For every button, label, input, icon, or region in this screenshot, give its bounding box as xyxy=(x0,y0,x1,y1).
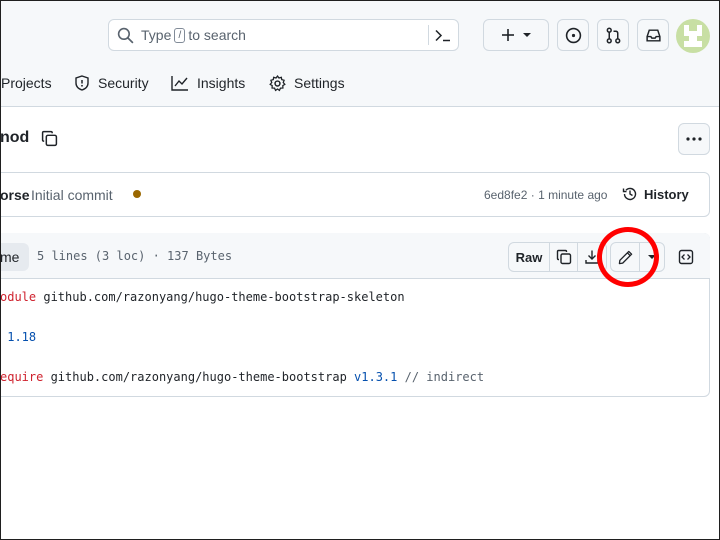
more-options-button[interactable] xyxy=(678,123,710,155)
repo-header: Type / to search Projects Security Insig… xyxy=(0,0,720,107)
commit-meta: 6ed8fe2 · 1 minute ago xyxy=(484,188,607,202)
code-line: equire github.com/razonyang/hugo-theme-b… xyxy=(0,370,484,384)
commit-time: 1 minute ago xyxy=(538,188,608,202)
symbols-panel-button[interactable] xyxy=(672,242,700,272)
shield-icon xyxy=(75,75,89,91)
git-pull-request-icon xyxy=(606,27,620,43)
download-button[interactable] xyxy=(578,243,606,271)
code-line: odule github.com/razonyang/hugo-theme-bo… xyxy=(0,290,405,304)
caret-down-icon xyxy=(523,33,531,37)
issue-opened-icon xyxy=(565,27,581,43)
commit-message[interactable]: Initial commit xyxy=(31,187,113,203)
identicon-icon xyxy=(684,25,702,47)
search-suffix: to search xyxy=(188,27,246,43)
plus-icon xyxy=(502,29,514,41)
gear-icon xyxy=(269,74,286,91)
tab-security-label: Security xyxy=(98,75,149,91)
graph-icon xyxy=(171,76,188,91)
slash-key-hint: / xyxy=(174,27,186,43)
code-version: v1.3.1 xyxy=(354,370,398,384)
tab-insights[interactable]: Insights xyxy=(171,72,245,94)
file-info: 5 lines (3 loc) · 137 Bytes xyxy=(37,249,233,263)
caret-down-icon xyxy=(648,255,656,259)
search-placeholder: Type / to search xyxy=(141,27,246,43)
tab-settings[interactable]: Settings xyxy=(269,72,345,94)
tab-insights-label: Insights xyxy=(197,75,246,91)
create-new-button[interactable] xyxy=(483,19,549,51)
copy-raw-button[interactable] xyxy=(550,243,578,271)
pencil-icon xyxy=(618,250,632,264)
inbox-icon xyxy=(645,28,661,42)
code-square-icon xyxy=(678,249,694,265)
tab-projects-label: Projects xyxy=(1,75,52,91)
code-comment: // indirect xyxy=(397,370,485,384)
history-label: History xyxy=(644,186,689,202)
commit-author[interactable]: orse xyxy=(0,187,30,203)
file-actions-group: Raw xyxy=(508,242,607,272)
edit-file-group xyxy=(610,242,665,272)
tab-settings-label: Settings xyxy=(294,75,345,91)
commit-status-dot[interactable] xyxy=(133,190,141,198)
meta-separator: · xyxy=(530,188,535,202)
download-icon xyxy=(585,250,599,264)
commit-hash[interactable]: 6ed8fe2 xyxy=(484,188,527,202)
raw-button[interactable]: Raw xyxy=(509,243,550,271)
code-text: github.com/razonyang/hugo-theme-bootstra… xyxy=(36,290,405,304)
search-divider xyxy=(428,25,429,45)
search-input[interactable]: Type / to search xyxy=(108,19,459,51)
edit-file-button[interactable] xyxy=(611,243,640,271)
search-icon xyxy=(117,27,134,44)
avatar[interactable] xyxy=(676,19,710,53)
search-prefix: Type xyxy=(141,27,172,43)
history-icon xyxy=(622,187,637,201)
code-keyword: equire xyxy=(0,370,44,384)
file-name: nod xyxy=(0,129,30,146)
copy-icon xyxy=(556,249,571,265)
code-keyword: odule xyxy=(0,290,37,304)
inbox-button[interactable] xyxy=(637,19,669,51)
code-text: github.com/razonyang/hugo-theme-bootstra… xyxy=(43,370,355,384)
copy-path-icon[interactable] xyxy=(41,130,58,147)
code-text: 1.18 xyxy=(0,330,37,344)
code-line: 1.18 xyxy=(0,330,36,344)
pull-requests-button[interactable] xyxy=(597,19,629,51)
raw-label: Raw xyxy=(515,249,543,265)
tab-projects[interactable]: Projects xyxy=(1,72,52,94)
code-view-tab-label: me xyxy=(0,249,20,265)
command-palette-icon[interactable] xyxy=(434,27,452,44)
tab-security[interactable]: Security xyxy=(74,72,149,94)
kebab-horizontal-icon xyxy=(686,137,702,141)
edit-options-dropdown[interactable] xyxy=(640,243,664,271)
history-button[interactable]: History xyxy=(622,186,689,202)
issues-button[interactable] xyxy=(557,19,589,51)
